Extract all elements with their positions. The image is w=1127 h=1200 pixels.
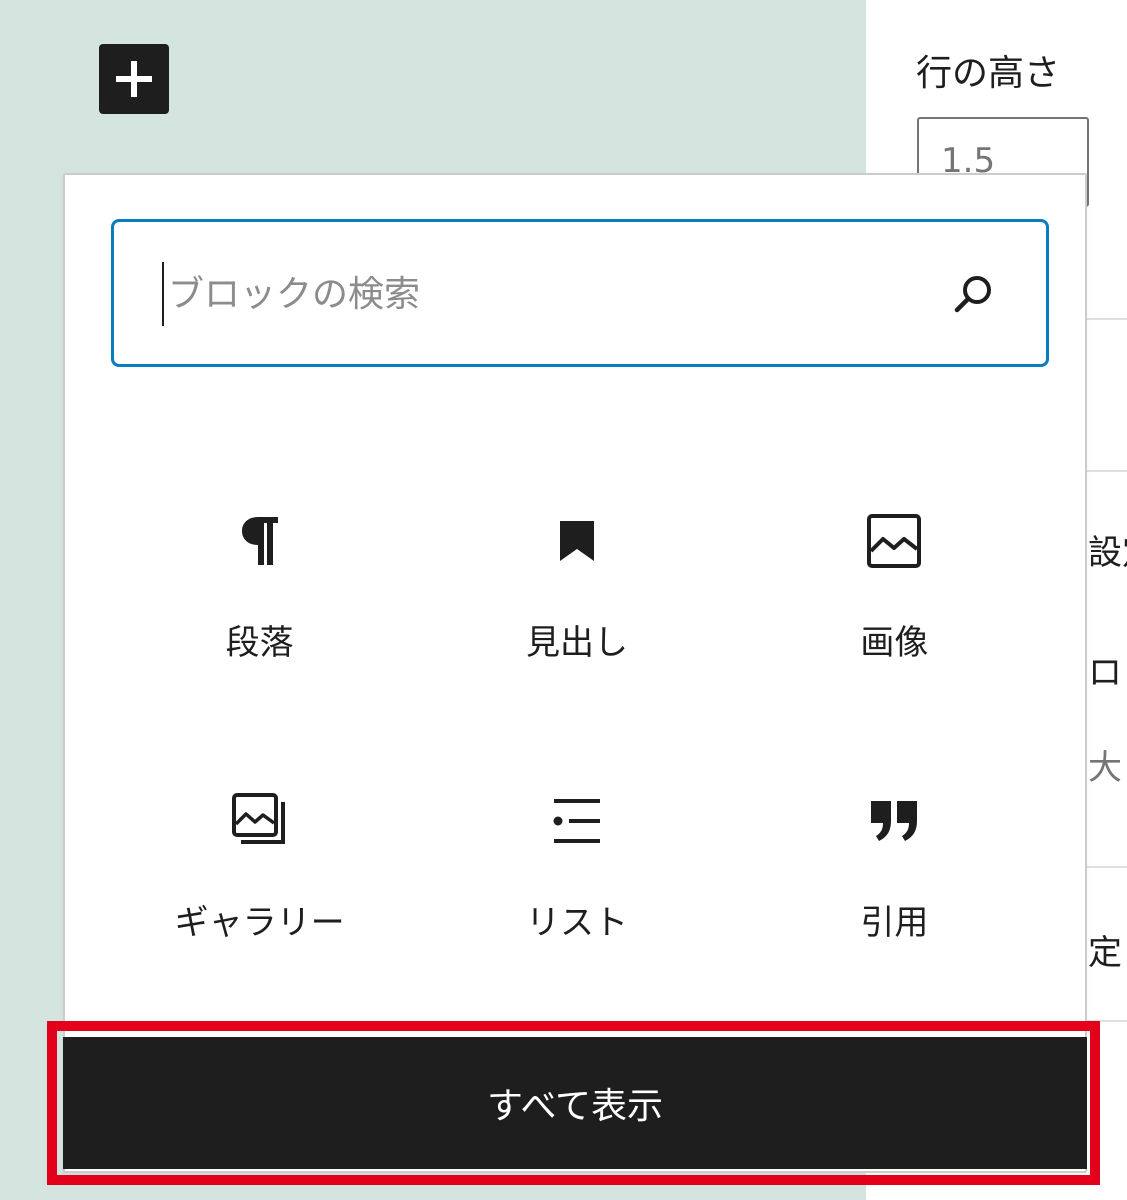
block-label: リスト — [525, 903, 628, 943]
paragraph-icon — [241, 517, 278, 565]
block-item-quote[interactable]: 引用 — [736, 755, 1053, 1035]
add-block-button[interactable] — [99, 44, 169, 114]
quote-icon — [871, 801, 918, 841]
show-all-button[interactable]: すべて表示 — [63, 1037, 1087, 1169]
sidebar-peek-ro: ロ — [1088, 653, 1122, 693]
block-label: 見出し — [525, 623, 628, 663]
sidebar-peek-tei: 定 — [1088, 933, 1122, 973]
line-height-label: 行の高さ — [916, 53, 1061, 94]
sidebar-divider — [1086, 470, 1127, 472]
block-label: ギャラリー — [174, 903, 345, 943]
block-item-paragraph[interactable]: 段落 — [101, 475, 418, 755]
plus-icon — [116, 61, 152, 97]
block-search-input[interactable] — [162, 262, 930, 326]
sidebar-peek-dai: 大 — [1088, 748, 1122, 788]
sidebar-divider — [1086, 866, 1127, 868]
block-item-gallery[interactable]: ギャラリー — [101, 755, 418, 1035]
block-grid: 段落 見出し 画像 ギャラリー リスト 引用 — [101, 475, 1053, 1035]
heading-bookmark-icon — [559, 521, 594, 561]
search-icon[interactable] — [952, 272, 996, 316]
gallery-icon — [231, 793, 285, 844]
block-search-box — [111, 219, 1049, 367]
list-icon — [553, 799, 600, 843]
block-label: 引用 — [860, 903, 929, 943]
sidebar-peek-settings: 設定 — [1088, 533, 1127, 573]
block-item-heading[interactable]: 見出し — [418, 475, 735, 755]
block-item-image[interactable]: 画像 — [736, 475, 1053, 755]
image-icon — [867, 514, 922, 568]
block-item-list[interactable]: リスト — [418, 755, 735, 1035]
block-label: 画像 — [860, 623, 929, 663]
block-label: 段落 — [225, 623, 294, 663]
sidebar-divider — [1086, 318, 1127, 320]
